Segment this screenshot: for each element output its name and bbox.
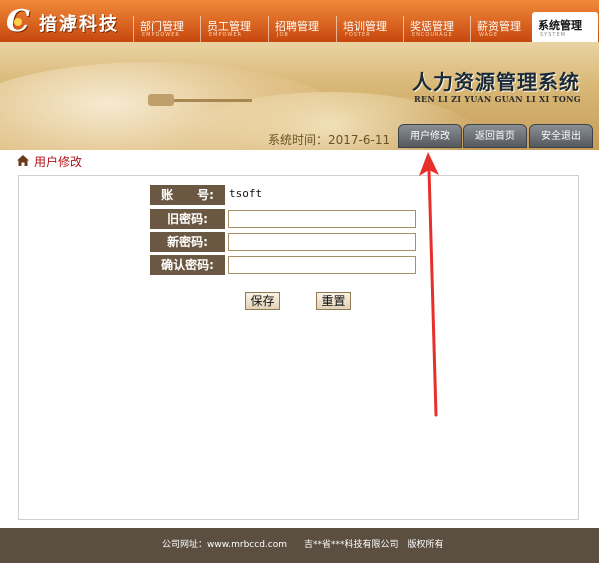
reset-button[interactable]: 重置 <box>316 292 351 310</box>
logo-dot-icon <box>14 18 22 26</box>
nav-item-sub: EMPOWER <box>209 32 243 38</box>
breadcrumb-label: 用户修改 <box>34 155 83 169</box>
nav-item-sub: EMPDOWER <box>142 32 180 38</box>
footer: 公司网址：www.mrbccd.com 吉**省***科技有限公司 版权所有 <box>0 528 599 563</box>
home-icon <box>17 155 29 166</box>
back-home-button[interactable]: 返回首页 <box>463 124 527 148</box>
mouse-graphic <box>148 94 174 106</box>
system-subtitle: REN LI ZI YUAN GUAN LI XI TONG <box>414 94 581 104</box>
nav-item-department[interactable]: 部门管理 EMPDOWER <box>133 16 199 42</box>
new-password-label: 新密码: <box>150 232 225 252</box>
nav-item-employee[interactable]: 员工管理 EMPOWER <box>200 16 266 42</box>
nav-item-sub: JOB <box>277 32 289 38</box>
nav-item-sub: FOSTER <box>345 32 371 38</box>
system-title: 人力资源管理系统 <box>412 70 580 94</box>
nav-item-sub: SYSTEM <box>540 32 566 38</box>
confirm-password-label: 确认密码: <box>150 255 225 275</box>
confirm-password-input[interactable] <box>228 256 416 274</box>
footer-copyright: 吉**省***科技有限公司 版权所有 <box>304 540 444 550</box>
nav-item-training[interactable]: 培训管理 FOSTER <box>336 16 402 42</box>
company-name: 揞滹科技 <box>39 14 119 35</box>
nav-item-label: 系统管理 <box>538 19 582 32</box>
app-window: C 揞滹科技 部门管理 EMPDOWER 员工管理 EMPOWER 招聘管理 J… <box>0 0 599 563</box>
new-password-input[interactable] <box>228 233 416 251</box>
mouse-cable-graphic <box>172 99 252 102</box>
nav-item-reward[interactable]: 奖惩管理 ENCOURAGE <box>403 16 469 42</box>
old-password-input[interactable] <box>228 210 416 228</box>
nav-item-recruit[interactable]: 招聘管理 JOB <box>268 16 334 42</box>
company-logo: C 揞滹科技 <box>4 4 130 39</box>
nav-item-system[interactable]: 系统管理 SYSTEM <box>532 12 598 42</box>
top-nav-bar: C 揞滹科技 部门管理 EMPDOWER 员工管理 EMPOWER 招聘管理 J… <box>0 0 599 42</box>
nav-item-sub: WAGE <box>479 32 499 38</box>
save-button[interactable]: 保存 <box>245 292 280 310</box>
footer-url: 公司网址：www.mrbccd.com <box>162 540 287 550</box>
account-label: 账 号: <box>150 185 225 205</box>
nav-item-sub: ENCOURAGE <box>412 32 453 38</box>
account-value: tsoft <box>229 187 263 200</box>
user-edit-button[interactable]: 用户修改 <box>398 124 462 148</box>
system-time: 系统时间：2017-6-11 <box>268 133 391 147</box>
nav-item-salary[interactable]: 薪资管理 WAGE <box>470 16 536 42</box>
old-password-label: 旧密码: <box>150 209 225 229</box>
logout-button[interactable]: 安全退出 <box>529 124 593 148</box>
